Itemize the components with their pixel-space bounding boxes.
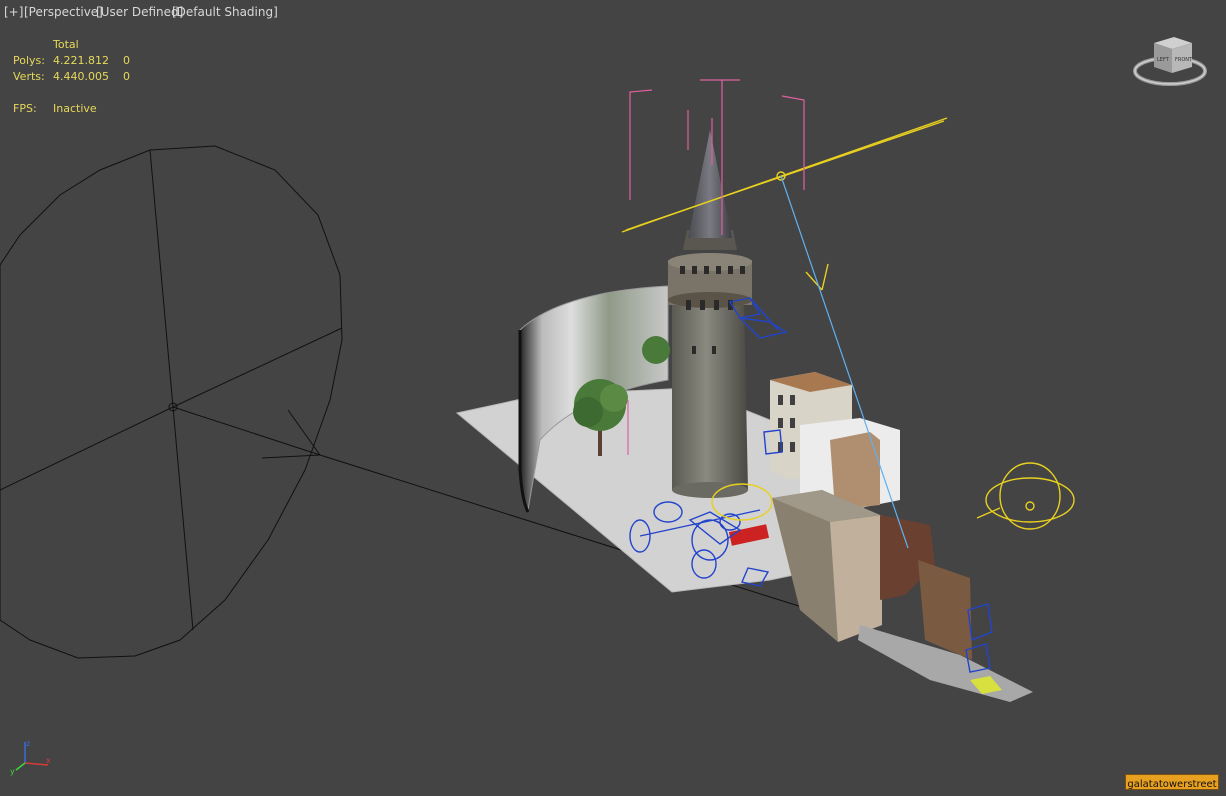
viewport-view-type-menu[interactable]: [Perspective] xyxy=(24,5,103,19)
axis-y-label: y xyxy=(10,767,15,776)
viewcube-front-face[interactable]: FRONT xyxy=(1175,57,1193,63)
verts-selected: 0 xyxy=(123,70,130,83)
stats-header: Total xyxy=(53,38,79,51)
axis-x-label: x xyxy=(46,756,51,765)
viewport-view-mode-menu[interactable]: [User Defined] xyxy=(96,5,183,19)
polys-selected: 0 xyxy=(123,54,130,67)
scene-canvas[interactable] xyxy=(0,0,1226,796)
verts-total: 4.440.005 xyxy=(53,70,109,83)
axis-tripod-icon: z x y xyxy=(10,739,51,776)
tree[interactable] xyxy=(642,336,670,364)
polys-label: Polys: xyxy=(13,54,45,67)
verts-label: Verts: xyxy=(13,70,45,83)
object-name-tag[interactable]: galatatowerstreet xyxy=(1125,774,1219,790)
galata-tower-model[interactable] xyxy=(668,130,752,498)
viewport-menu-button[interactable]: [+] xyxy=(4,5,23,19)
perspective-viewport[interactable]: [+] [Perspective] [User Defined] [Defaul… xyxy=(0,0,1226,796)
fps-value: Inactive xyxy=(53,102,97,115)
polys-total: 4.221.812 xyxy=(53,54,109,67)
viewcube-left-face[interactable]: LEFT xyxy=(1157,57,1170,63)
viewport-shading-menu[interactable]: [Default Shading] xyxy=(172,5,278,19)
viewcube-icon[interactable]: LEFT FRONT xyxy=(1132,33,1212,91)
fps-label: FPS: xyxy=(13,102,37,115)
axis-z-label: z xyxy=(26,739,30,748)
